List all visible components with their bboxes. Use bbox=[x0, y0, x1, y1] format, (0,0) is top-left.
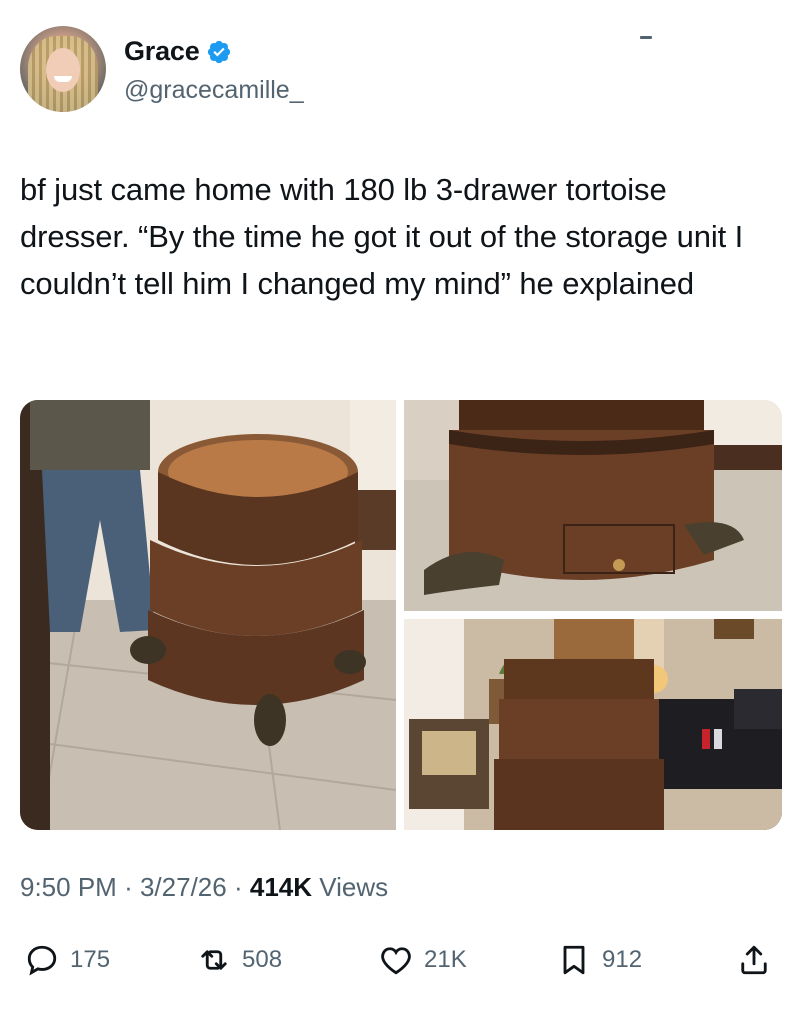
reply-count: 175 bbox=[70, 946, 111, 973]
share-button[interactable] bbox=[736, 942, 772, 978]
bookmark-count: 912 bbox=[602, 946, 643, 973]
like-icon bbox=[381, 947, 411, 975]
author-name[interactable]: Grace bbox=[124, 36, 200, 67]
tweet-time[interactable]: 9:50 PM bbox=[20, 872, 117, 902]
like-count: 21K bbox=[424, 946, 467, 973]
author-name-row: Grace bbox=[124, 36, 232, 67]
verified-badge-icon bbox=[206, 39, 232, 65]
author-handle[interactable]: @gracecamille_ bbox=[124, 76, 304, 105]
photo-dresser-closeup[interactable] bbox=[404, 400, 782, 611]
repost-icon bbox=[201, 950, 227, 970]
more-options-icon[interactable] bbox=[640, 36, 652, 39]
repost-count: 508 bbox=[242, 946, 283, 973]
views-label: Views bbox=[319, 872, 389, 902]
separator: · bbox=[233, 872, 243, 902]
bookmark-button[interactable]: 912 bbox=[556, 942, 642, 978]
tweet-text: bf just came home with 180 lb 3-drawer t… bbox=[20, 172, 752, 301]
action-bar: 175 508 21K 912 bbox=[0, 942, 800, 992]
separator: · bbox=[124, 872, 133, 902]
reply-button[interactable]: 175 bbox=[24, 942, 110, 978]
reply-icon bbox=[27, 945, 57, 976]
bookmark-icon bbox=[563, 945, 585, 975]
share-icon bbox=[741, 945, 767, 975]
like-button[interactable]: 21K bbox=[378, 942, 467, 978]
photo-tortoise-dresser-full[interactable] bbox=[20, 400, 396, 830]
repost-button[interactable]: 508 bbox=[196, 942, 282, 978]
tweet-meta: 9:50 PM · 3/27/26 · 414K Views bbox=[20, 872, 388, 903]
media-grid bbox=[20, 400, 782, 830]
views-count: 414K bbox=[249, 872, 313, 902]
photo-dresser-living-room[interactable] bbox=[404, 619, 782, 830]
avatar[interactable] bbox=[20, 26, 106, 112]
tweet-date[interactable]: 3/27/26 bbox=[140, 872, 227, 902]
